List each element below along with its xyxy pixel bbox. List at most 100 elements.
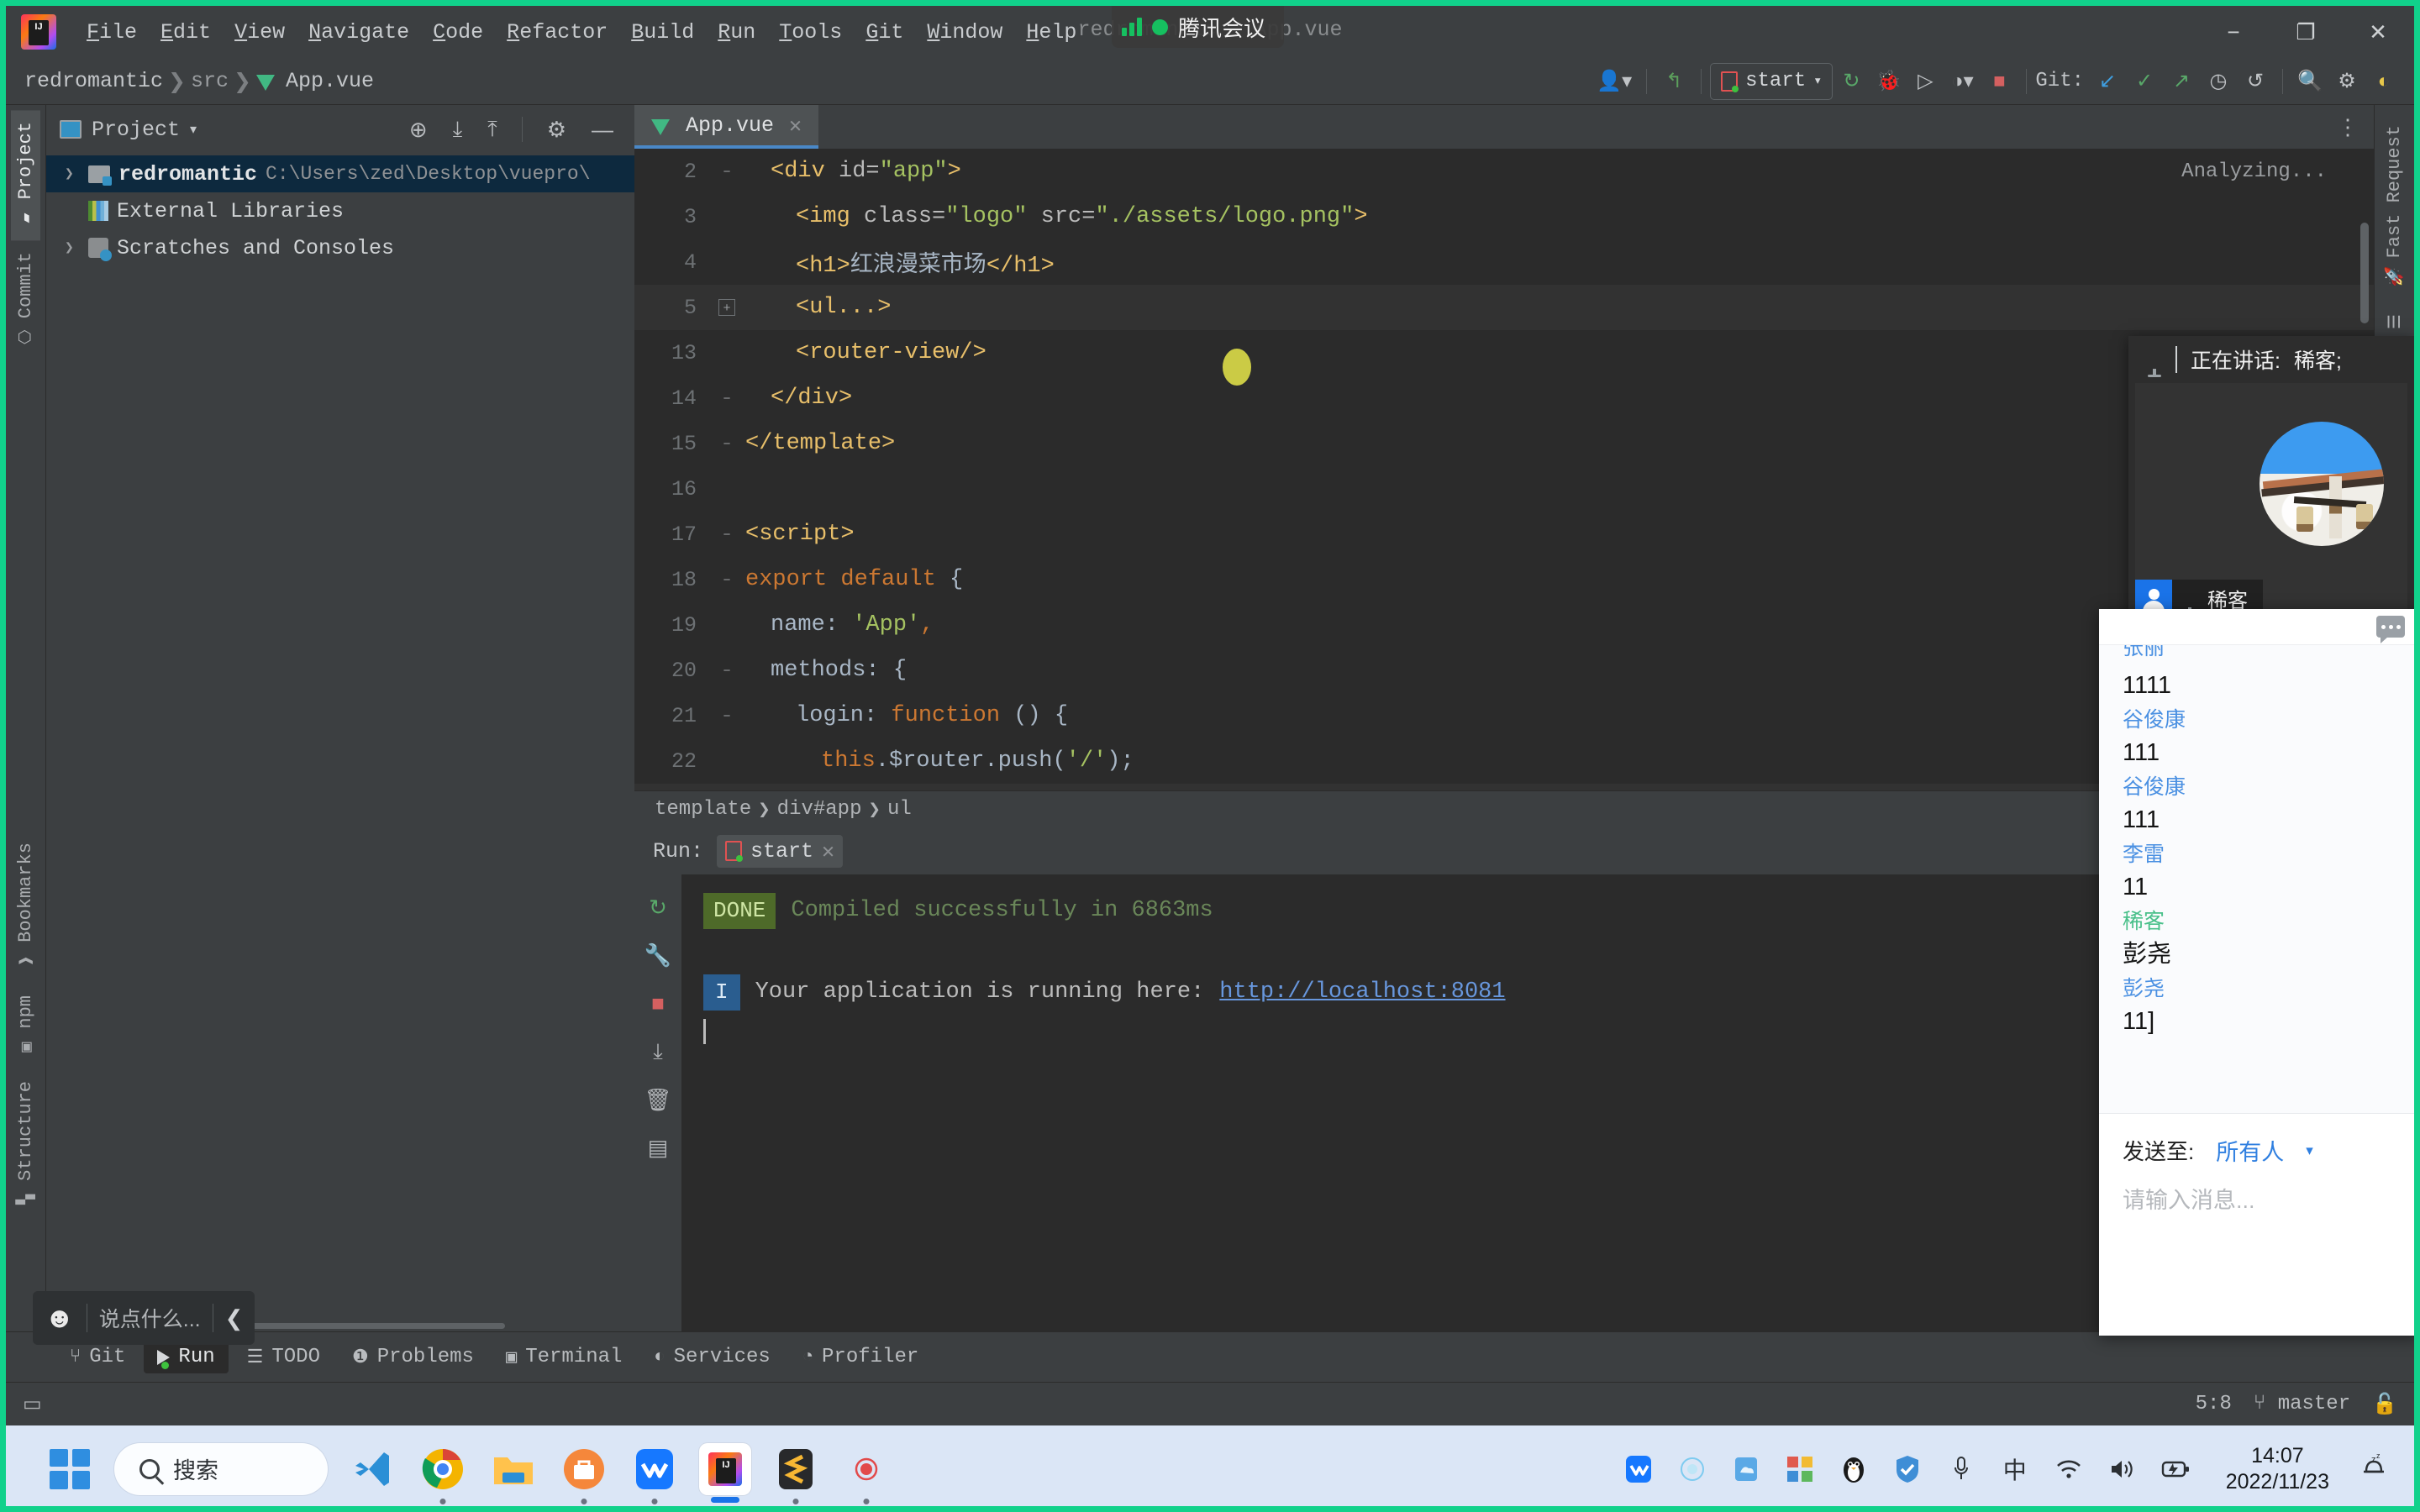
run-icon[interactable]: ↻ (1833, 63, 1870, 100)
chrome-taskbar-icon[interactable] (417, 1443, 469, 1495)
tree-node-external-libraries[interactable]: External Libraries (46, 192, 634, 229)
intellij-idea-taskbar-icon[interactable] (699, 1442, 751, 1495)
menu-git[interactable]: Git (854, 17, 915, 48)
breadcrumb-div-app[interactable]: div#app (777, 798, 862, 821)
close-icon[interactable]: ✕ (789, 113, 802, 139)
git-update-icon[interactable]: ↙ (2089, 63, 2126, 100)
sidebar-item-structure[interactable]: ▚ Structure (11, 1069, 40, 1222)
qq-penguin-tray-icon[interactable] (1838, 1453, 1870, 1485)
code-line[interactable]: 3 <img class="logo" src="./assets/logo.pn… (634, 194, 2374, 239)
profile-icon[interactable]: ◑▾ (1944, 63, 1981, 100)
code-line[interactable]: 16 (634, 466, 2374, 512)
menu-refactor[interactable]: Refactor (495, 17, 619, 48)
close-icon[interactable]: ✕ (822, 838, 834, 864)
taskbar-clock[interactable]: 14:07 2022/11/23 (2226, 1443, 2329, 1494)
tencent-meeting-video-window[interactable]: 正在讲话: 稀客; 稀客 (2128, 336, 2414, 622)
wifi-tray-icon[interactable] (2053, 1453, 2085, 1485)
user-account-icon[interactable]: 👤▾ (1591, 63, 1638, 100)
collapse-all-icon[interactable]: ⤒ (480, 116, 505, 143)
windows-start-icon[interactable] (44, 1443, 96, 1495)
tencent-meeting-chat-panel[interactable]: 张丽 1111 谷俊康 111 谷俊康 111 李雷 11 稀客 彭尧 彭尧 11] 发送至: 所有人… (2099, 609, 2420, 1336)
code-line[interactable]: 2 − <div id="app"> (634, 149, 2374, 194)
menu-code[interactable]: Code (421, 17, 495, 48)
caret-position[interactable]: 5:8 (2196, 1393, 2232, 1415)
code-line[interactable]: 5 + <ul...> (634, 285, 2374, 330)
code-line[interactable]: 15 − </template> (634, 421, 2374, 466)
settings-wrench-icon[interactable]: 🔧 (644, 942, 671, 969)
ide-chat-placeholder[interactable]: 说点什么... (99, 1303, 201, 1333)
ide-chat-bubble[interactable]: ☻ 说点什么... ❮ (33, 1291, 255, 1345)
tool-button-run[interactable]: Run (144, 1341, 229, 1373)
tree-node-scratches[interactable]: ❯ Scratches and Consoles (46, 229, 634, 266)
run-tab-start[interactable]: start ✕ (717, 834, 844, 868)
sidebar-item-project[interactable]: ▰ Project (11, 110, 40, 241)
tab-app-vue[interactable]: App.vue ✕ (634, 105, 819, 149)
vscode-taskbar-icon[interactable] (346, 1443, 398, 1495)
chat-message-list[interactable]: 张丽 1111 谷俊康 111 谷俊康 111 李雷 11 稀客 彭尧 彭尧 11] (2099, 644, 2420, 1113)
code-line[interactable]: 17 − <script> (634, 512, 2374, 557)
microphone-tray-icon[interactable] (1945, 1453, 1977, 1485)
briefcase-app-taskbar-icon[interactable] (558, 1443, 610, 1495)
menu-edit[interactable]: Edit (149, 17, 223, 48)
tool-button-todo[interactable]: ☰ TODO (234, 1341, 334, 1373)
cloud-sync-tray-icon[interactable] (1676, 1453, 1708, 1485)
sublime-text-taskbar-icon[interactable] (770, 1443, 822, 1495)
fold-collapse-icon[interactable]: − (718, 526, 735, 543)
recorder-taskbar-icon[interactable] (840, 1443, 892, 1495)
fold-collapse-icon[interactable]: − (718, 662, 735, 679)
event-log-icon[interactable]: ▭ (23, 1392, 42, 1416)
sidebar-item-bookmarks[interactable]: ❱ Bookmarks (11, 831, 40, 984)
menu-build[interactable]: Build (619, 17, 706, 48)
git-branch-widget[interactable]: ⑂ master (2254, 1393, 2350, 1415)
sidebar-item-npm[interactable]: ▣ npm (11, 984, 40, 1070)
menu-tools[interactable]: Tools (767, 17, 854, 48)
print-icon[interactable]: ▤ (648, 1135, 669, 1161)
git-commit-icon[interactable]: ✓ (2126, 63, 2163, 100)
expand-all-icon[interactable]: ⤓ (445, 116, 471, 143)
file-explorer-taskbar-icon[interactable] (487, 1443, 539, 1495)
tool-button-profiler[interactable]: ◔ Profiler (789, 1341, 932, 1373)
tool-button-services[interactable]: ◐ Services (640, 1341, 783, 1373)
smiley-face-icon[interactable]: ☻ (45, 1302, 75, 1335)
stop-icon[interactable]: ■ (651, 990, 665, 1016)
menu-view[interactable]: View (223, 17, 297, 48)
close-button[interactable]: ✕ (2342, 6, 2414, 58)
editor-tab-options-icon[interactable]: ⋮ (2322, 105, 2374, 149)
tree-node-redromantic[interactable]: ❯ redromantic C:\Users\zed\Desktop\vuepr… (46, 155, 634, 192)
onedrive-tray-icon[interactable] (1730, 1453, 1762, 1485)
run-coverage-icon[interactable]: ▷ (1907, 63, 1944, 100)
battery-tray-icon[interactable] (2160, 1453, 2192, 1485)
menu-help[interactable]: Help (1014, 17, 1088, 48)
ide-assistant-icon[interactable]: ◐ (2365, 63, 2402, 100)
tencent-meeting-tray-icon[interactable] (1623, 1453, 1655, 1485)
chevron-right-icon[interactable]: ❯ (65, 165, 80, 183)
select-opened-file-icon[interactable]: ⊕ (402, 117, 435, 143)
menu-file[interactable]: File (75, 17, 149, 48)
editor-vertical-scrollbar[interactable] (2360, 223, 2369, 323)
back-arrow-icon[interactable]: ↰ (1655, 63, 1692, 100)
fold-collapse-icon[interactable]: − (718, 571, 735, 588)
stop-icon[interactable]: ■ (1981, 63, 2018, 100)
git-history-icon[interactable]: ◷ (2200, 63, 2237, 100)
collapse-icon[interactable]: ❮ (225, 1305, 244, 1331)
code-line[interactable]: 13 <router-view/> (634, 330, 2374, 375)
fold-collapse-icon[interactable]: − (718, 435, 735, 452)
taskbar-search-box[interactable]: 搜索 (114, 1442, 328, 1495)
settings-gear-icon[interactable]: ⚙ (539, 117, 574, 143)
code-line[interactable]: 4 <h1>红浪漫菜市场</h1> (634, 239, 2374, 285)
minimize-button[interactable]: − (2197, 6, 2270, 58)
fold-collapse-icon[interactable]: − (718, 390, 735, 407)
sidebar-item-fast-request[interactable]: 🚀 Fast Request (2380, 113, 2409, 299)
code-line[interactable]: 18 − export default { (634, 557, 2374, 602)
fold-collapse-icon[interactable]: − (718, 707, 735, 724)
sidebar-item-commit[interactable]: ⎔ Commit (11, 240, 40, 360)
do-not-disturb-bell-icon[interactable]: zz (2360, 1450, 2388, 1488)
git-rollback-icon[interactable]: ↺ (2237, 63, 2274, 100)
send-to-value[interactable]: 所有人 (2216, 1134, 2284, 1167)
security-shield-tray-icon[interactable] (1891, 1453, 1923, 1485)
fold-expand-icon[interactable]: + (718, 299, 735, 316)
chevron-right-icon[interactable]: ❯ (65, 239, 80, 257)
rerun-icon[interactable]: ↻ (649, 895, 667, 921)
tencent-meeting-taskbar-icon[interactable] (629, 1443, 681, 1495)
scroll-to-end-icon[interactable]: ⤓ (653, 1038, 663, 1065)
